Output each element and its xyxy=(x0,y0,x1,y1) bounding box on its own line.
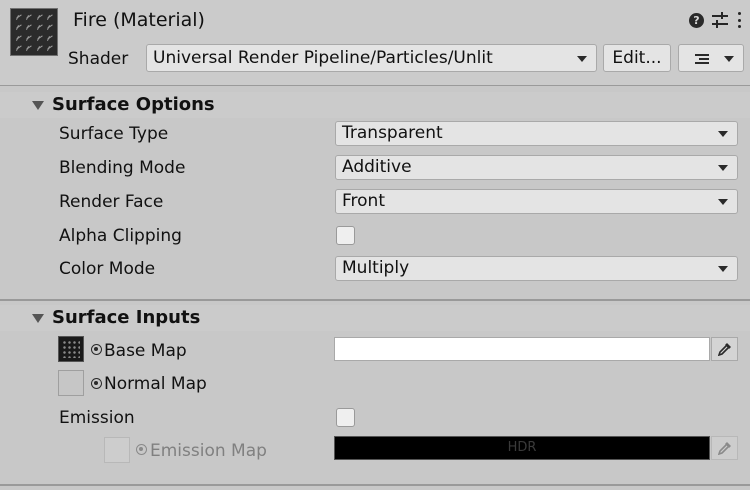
emission-map-texture-slot[interactable] xyxy=(104,437,130,463)
list-icon xyxy=(695,54,709,64)
shader-value: Universal Render Pipeline/Particles/Unli… xyxy=(153,48,493,68)
emission-color-field[interactable]: HDR xyxy=(334,436,710,460)
material-title: Fire (Material) xyxy=(73,9,205,31)
blending-mode-label: Blending Mode xyxy=(59,158,186,178)
kebab-menu-icon[interactable] xyxy=(736,12,742,28)
render-face-label: Render Face xyxy=(59,192,164,212)
color-mode-value: Multiply xyxy=(342,258,410,278)
shader-options-button[interactable] xyxy=(678,44,744,72)
surface-type-label: Surface Type xyxy=(59,124,169,144)
surface-inputs-header[interactable]: Surface Inputs xyxy=(0,305,750,331)
render-face-dropdown[interactable]: Front xyxy=(335,189,738,214)
header-icons: ? xyxy=(689,12,742,28)
chevron-down-icon xyxy=(718,199,728,205)
foldout-arrow-icon xyxy=(32,314,44,323)
chevron-down-icon xyxy=(718,131,728,137)
emission-checkbox[interactable] xyxy=(336,408,355,427)
emission-eyedropper-button[interactable] xyxy=(711,436,738,460)
shader-label: Shader xyxy=(68,49,129,69)
render-face-value: Front xyxy=(342,191,385,211)
surface-type-value: Transparent xyxy=(342,123,443,143)
normal-map-texture-slot[interactable] xyxy=(58,370,84,396)
shader-dropdown[interactable]: Universal Render Pipeline/Particles/Unli… xyxy=(146,44,597,72)
blending-mode-dropdown[interactable]: Additive xyxy=(335,155,738,180)
emission-map-label: Emission Map xyxy=(150,441,267,461)
base-map-color-field[interactable] xyxy=(334,337,710,361)
base-map-texture-slot[interactable] xyxy=(58,336,84,362)
surface-type-dropdown[interactable]: Transparent xyxy=(335,121,738,146)
foldout-arrow-icon xyxy=(32,101,44,110)
object-picker-icon[interactable] xyxy=(91,378,102,389)
surface-options-header[interactable]: Surface Options xyxy=(0,92,750,118)
section-divider xyxy=(0,484,750,486)
chevron-down-icon xyxy=(718,266,728,272)
hdr-badge: HDR xyxy=(507,440,537,455)
material-header: Fire (Material) ? Shader Universal Rende… xyxy=(0,0,750,86)
base-map-eyedropper-button[interactable] xyxy=(711,337,738,361)
object-picker-icon[interactable] xyxy=(136,444,147,455)
eyedropper-icon xyxy=(718,442,731,455)
preset-icon[interactable] xyxy=(712,12,728,28)
emission-label: Emission xyxy=(59,408,135,428)
alpha-clipping-label: Alpha Clipping xyxy=(59,226,182,246)
surface-options-title: Surface Options xyxy=(52,94,215,115)
eyedropper-icon xyxy=(718,343,731,356)
chevron-down-icon xyxy=(577,56,587,62)
help-icon[interactable]: ? xyxy=(689,12,704,28)
color-mode-dropdown[interactable]: Multiply xyxy=(335,256,738,281)
material-preview-thumbnail[interactable] xyxy=(10,8,58,56)
edit-shader-button[interactable]: Edit... xyxy=(603,44,671,72)
normal-map-label: Normal Map xyxy=(104,374,207,394)
object-picker-icon[interactable] xyxy=(91,344,102,355)
color-mode-label: Color Mode xyxy=(59,259,156,279)
surface-inputs-title: Surface Inputs xyxy=(52,307,201,328)
base-map-label: Base Map xyxy=(104,341,187,361)
chevron-down-icon xyxy=(724,56,734,62)
blending-mode-value: Additive xyxy=(342,157,412,177)
chevron-down-icon xyxy=(718,165,728,171)
alpha-clipping-checkbox[interactable] xyxy=(336,226,355,245)
section-divider xyxy=(0,299,750,301)
